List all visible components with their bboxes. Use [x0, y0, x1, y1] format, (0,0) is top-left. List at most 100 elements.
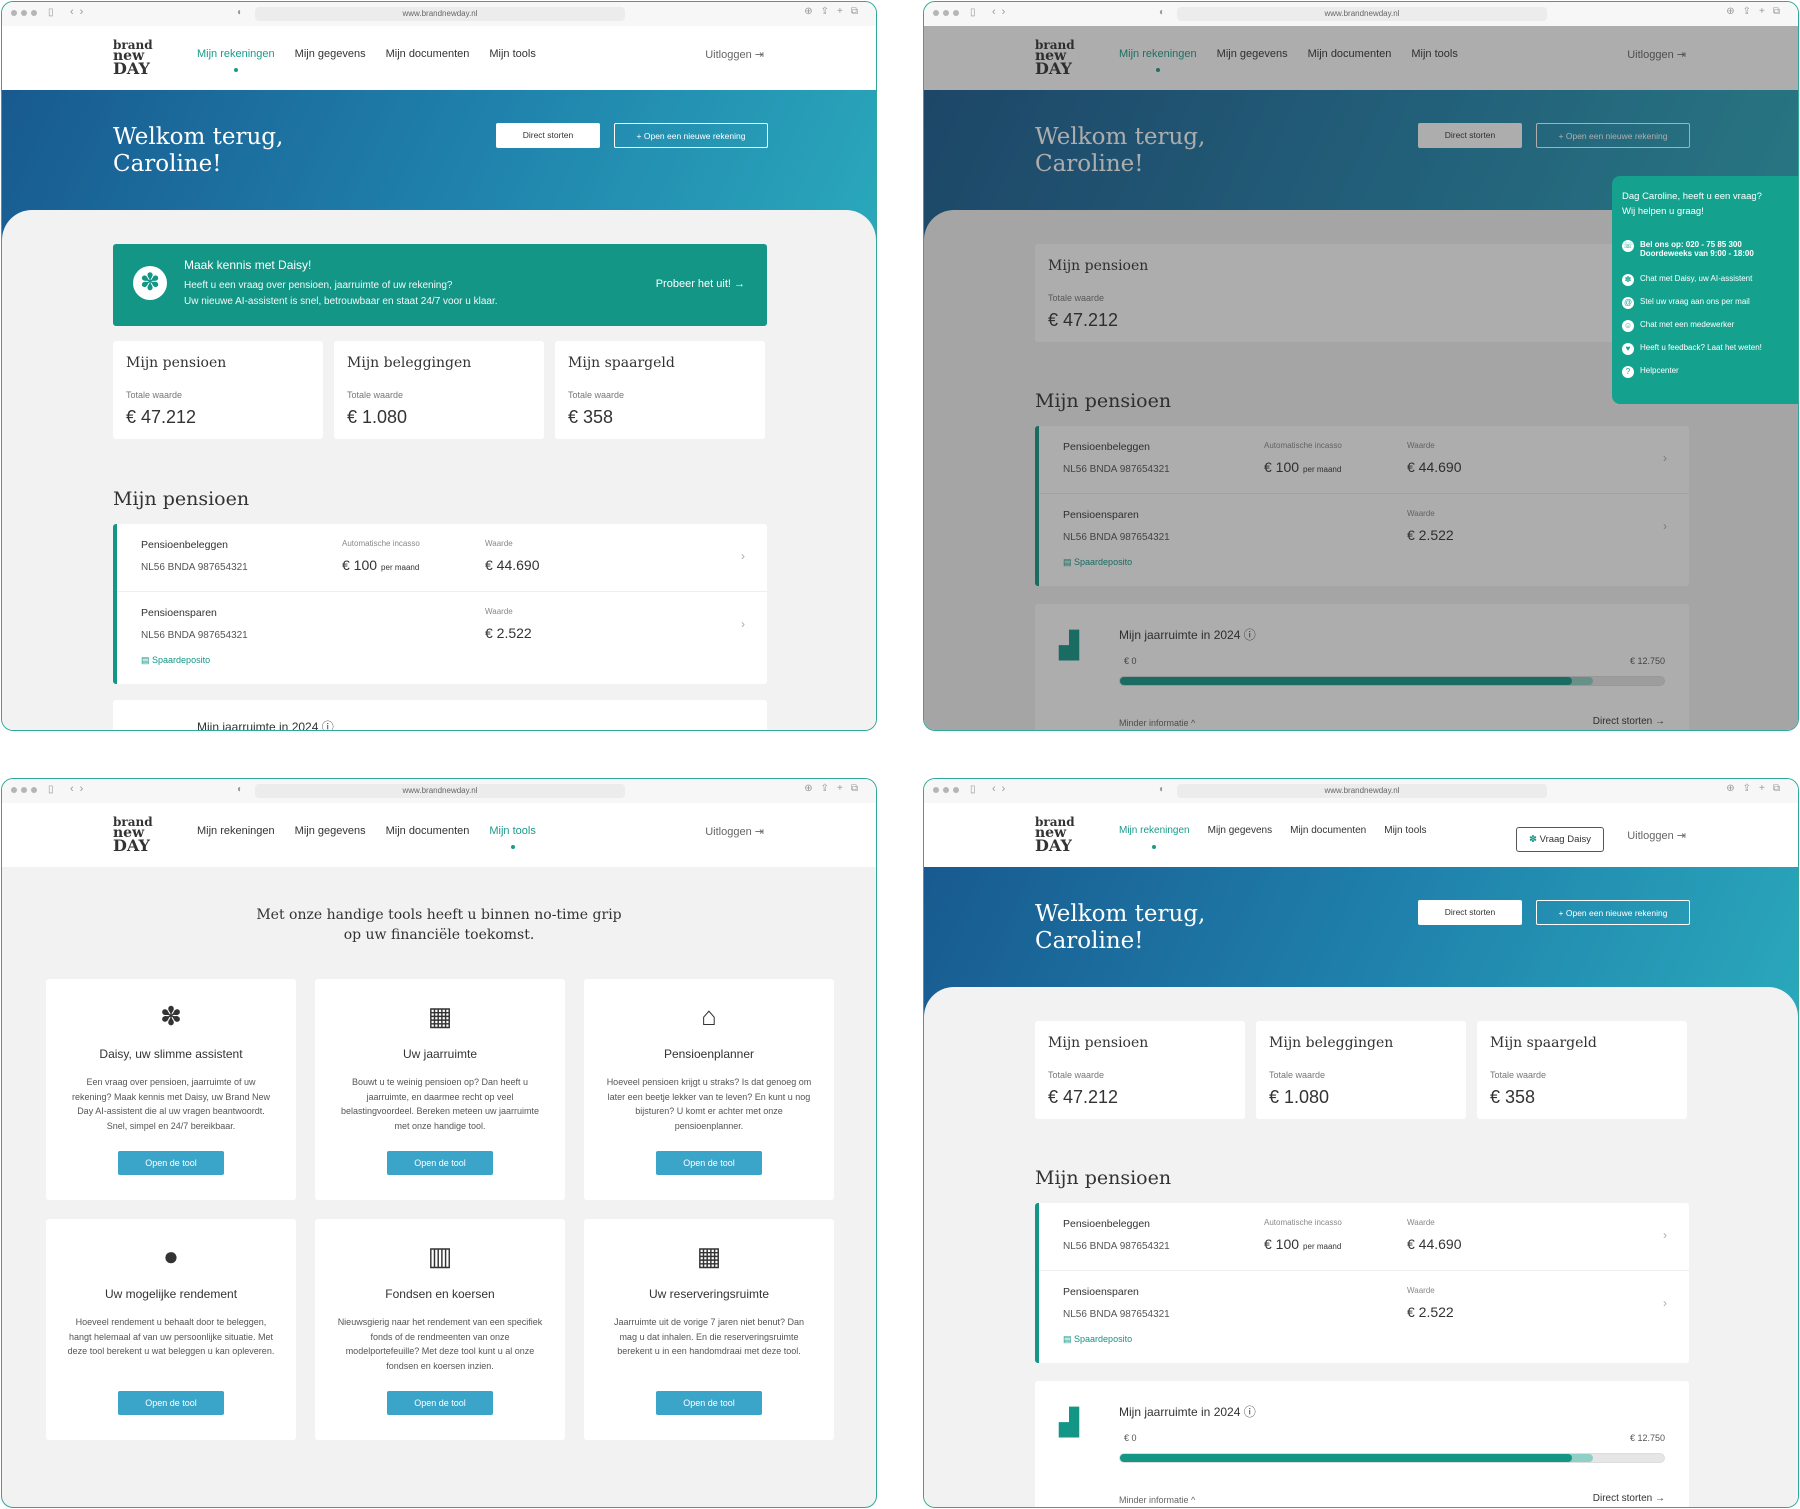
address-bar[interactable]: www.brandnewday.nl [255, 7, 625, 21]
flower-icon: ✽ [1622, 274, 1634, 286]
help-panel-header: Dag Caroline, heeft u een vraag? Wij help… [1622, 191, 1762, 217]
window-controls[interactable] [11, 10, 37, 16]
tool-card: ▥ Fondsen en koersen Nieuwsgierig naar het… [315, 1219, 565, 1440]
browser-actions-icon[interactable]: ⊕⇪+⧉ [1726, 6, 1788, 17]
nav-mijn-rekeningen[interactable]: Mijn rekeningen [197, 825, 275, 837]
nav-mijn-tools[interactable]: Mijn tools [1384, 825, 1426, 836]
nav-mijn-rekeningen[interactable]: Mijn rekeningen [1119, 825, 1190, 849]
open-rekening-button[interactable]: + Open een nieuwe rekening [1536, 900, 1690, 925]
direct-storten-button[interactable]: Direct storten [496, 123, 600, 148]
back-forward-icon[interactable]: ‹› [992, 783, 1011, 795]
calculator-clock-icon: ▦ [696, 1241, 722, 1271]
browser-toolbar: ▯ ‹› ◐ www.brandnewday.nl ⊕⇪+⧉ [2, 2, 876, 26]
back-forward-icon[interactable]: ‹› [70, 6, 89, 18]
daisy-text: Uw nieuwe AI-assistent is snel, betrouwb… [184, 296, 498, 307]
nav-mijn-gegevens[interactable]: Mijn gegevens [295, 825, 366, 837]
sidebar-icon[interactable]: ▯ [48, 7, 54, 18]
spaardeposito-tag: ▤ Spaardeposito [141, 655, 211, 665]
card-spaargeld[interactable]: Mijn spaargeld Totale waarde € 358 [1477, 1021, 1687, 1119]
browser-toolbar: ▯ ‹› ◐ www.brandnewday.nl ⊕⇪+⧉ [2, 779, 876, 803]
chevron-right-icon: › [741, 617, 745, 631]
tool-card: ● Uw mogelijke rendement Hoeveel rendement… [46, 1219, 296, 1440]
list-item[interactable]: Pensioenbeleggen NL56 BNDA 987654321 Auto… [1039, 1203, 1689, 1271]
nav-mijn-gegevens[interactable]: Mijn gegevens [295, 48, 366, 60]
bank-icon: ⌂ [701, 1001, 717, 1031]
welcome-title: Welkom terug, Caroline! [113, 124, 284, 177]
window-controls[interactable] [11, 787, 37, 793]
logout-link[interactable]: Uitloggen ⇥ [705, 825, 764, 838]
chevron-right-icon: › [1663, 1296, 1667, 1310]
address-bar[interactable]: www.brandnewday.nl [1177, 784, 1547, 798]
sidebar-icon[interactable]: ▯ [970, 7, 976, 18]
window-controls[interactable] [933, 10, 959, 16]
sidebar-icon[interactable]: ▯ [48, 784, 54, 795]
open-rekening-button[interactable]: + Open een nieuwe rekening [614, 123, 768, 148]
probeer-het-uit-link[interactable]: Probeer het uit! → [656, 278, 745, 290]
nav-mijn-tools[interactable]: Mijn tools [489, 48, 535, 60]
card-spaargeld[interactable]: Mijn spaargeld Totale waarde € 358 [555, 341, 765, 439]
browser-toolbar: ▯ ‹› ◐ www.brandnewday.nl ⊕⇪+⧉ [924, 779, 1798, 803]
logout-link[interactable]: Uitloggen ⇥ [705, 48, 764, 61]
help-center[interactable]: ? Helpcenter [1622, 366, 1679, 378]
list-item[interactable]: Pensioenbeleggen NL56 BNDA 987654321 Auto… [117, 524, 767, 592]
minder-informatie-link[interactable]: Minder informatie ^ [1119, 1495, 1195, 1505]
logout-link[interactable]: Uitloggen ⇥ [1627, 829, 1686, 842]
browser-window-tools: ▯ ‹› ◐ www.brandnewday.nl ⊕⇪+⧉ brand new D… [1, 778, 877, 1508]
brand-logo[interactable]: brand new DAY [113, 39, 153, 77]
chat-icon: ☺ [1622, 320, 1634, 332]
nav-mijn-documenten[interactable]: Mijn documenten [1290, 825, 1366, 836]
window-controls[interactable] [933, 787, 959, 793]
help-panel: Dag Caroline, heeft u een vraag? Wij help… [1612, 176, 1798, 404]
nav-mijn-documenten[interactable]: Mijn documenten [386, 825, 470, 837]
address-bar[interactable]: www.brandnewday.nl [255, 784, 625, 798]
main-content: Mijn pensioen Totale waarde € 47.212 Mijn … [924, 987, 1798, 1507]
open-tool-button[interactable]: Open de tool [656, 1151, 762, 1175]
open-tool-button[interactable]: Open de tool [118, 1391, 224, 1415]
jaarruimte-card: ▟ Mijn jaarruimte in 2024 ⓘ € 0 € 12.750… [1035, 1381, 1689, 1507]
open-tool-button[interactable]: Open de tool [656, 1391, 762, 1415]
nav-mijn-documenten[interactable]: Mijn documenten [386, 48, 470, 60]
pensioen-list: Pensioenbeleggen NL56 BNDA 987654321 Auto… [113, 524, 767, 684]
back-forward-icon[interactable]: ‹› [70, 783, 89, 795]
summary-cards: Mijn pensioen Totale waarde € 47.212 Mijn … [1035, 1021, 1687, 1119]
card-pensioen[interactable]: Mijn pensioen Totale waarde € 47.212 [1035, 1021, 1245, 1119]
help-chat-daisy[interactable]: ✽ Chat met Daisy, uw AI-assistent [1622, 274, 1752, 286]
nav-mijn-rekeningen[interactable]: Mijn rekeningen [197, 48, 275, 72]
help-chat-employee[interactable]: ☺ Chat met een medewerker [1622, 320, 1734, 332]
direct-storten-link[interactable]: Direct storten → [1593, 1493, 1665, 1504]
jaarruimte-title: Mijn jaarruimte in 2024 ⓘ [1119, 1405, 1256, 1419]
card-beleggingen[interactable]: Mijn beleggingen Totale waarde € 1.080 [334, 341, 544, 439]
nav-mijn-gegevens[interactable]: Mijn gegevens [1208, 825, 1272, 836]
brand-logo[interactable]: brand new DAY [1035, 816, 1075, 854]
card-beleggingen[interactable]: Mijn beleggingen Totale waarde € 1.080 [1256, 1021, 1466, 1119]
daisy-title: Maak kennis met Daisy! [184, 258, 312, 272]
card-pensioen[interactable]: Mijn pensioen Totale waarde € 47.212 [113, 341, 323, 439]
daisy-banner[interactable]: ✽ Maak kennis met Daisy! Heeft u een vra… [113, 244, 767, 326]
section-title-pensioen: Mijn pensioen [1035, 1167, 1172, 1189]
list-item[interactable]: Pensioensparen NL56 BNDA 987654321 ▤ Spaa… [1039, 1271, 1689, 1363]
welcome-title: Welkom terug, Caroline! [1035, 901, 1206, 954]
shield-icon: ◐ [237, 784, 244, 795]
vraag-daisy-button[interactable]: ✽ Vraag Daisy [1516, 827, 1604, 852]
browser-actions-icon[interactable]: ⊕⇪+⧉ [1726, 783, 1788, 794]
nav-mijn-tools[interactable]: Mijn tools [489, 825, 536, 849]
back-forward-icon[interactable]: ‹› [992, 6, 1011, 18]
logout-icon: ⇥ [1676, 830, 1686, 842]
open-tool-button[interactable]: Open de tool [387, 1391, 493, 1415]
tool-card: ⌂ Pensioenplanner Hoeveel pensioen krijgt … [584, 979, 834, 1200]
browser-actions-icon[interactable]: ⊕⇪+⧉ [804, 783, 866, 794]
browser-toolbar: ▯ ‹› ◐ www.brandnewday.nl ⊕⇪+⧉ [924, 2, 1798, 26]
help-phone[interactable]: ☏ Bel ons op: 020 - 75 85 300 Doordeweeks … [1622, 240, 1754, 258]
open-tool-button[interactable]: Open de tool [387, 1151, 493, 1175]
sidebar-icon[interactable]: ▯ [970, 784, 976, 795]
address-bar[interactable]: www.brandnewday.nl [1177, 7, 1547, 21]
brand-logo[interactable]: brand new DAY [113, 816, 153, 854]
browser-window-dashboard-daisy: ▯ ‹› ◐ www.brandnewday.nl ⊕⇪+⧉ brand new D… [923, 778, 1799, 1508]
help-mail[interactable]: @ Stel uw vraag aan ons per mail [1622, 297, 1750, 309]
help-feedback[interactable]: ♥ Heeft u feedback? Laat het weten! [1622, 343, 1762, 355]
open-tool-button[interactable]: Open de tool [118, 1151, 224, 1175]
stairs-chart-icon: ▟ [1059, 1407, 1079, 1437]
direct-storten-button[interactable]: Direct storten [1418, 900, 1522, 925]
list-item[interactable]: Pensioensparen NL56 BNDA 987654321 ▤ Spaa… [117, 592, 767, 684]
browser-actions-icon[interactable]: ⊕⇪+⧉ [804, 6, 866, 17]
